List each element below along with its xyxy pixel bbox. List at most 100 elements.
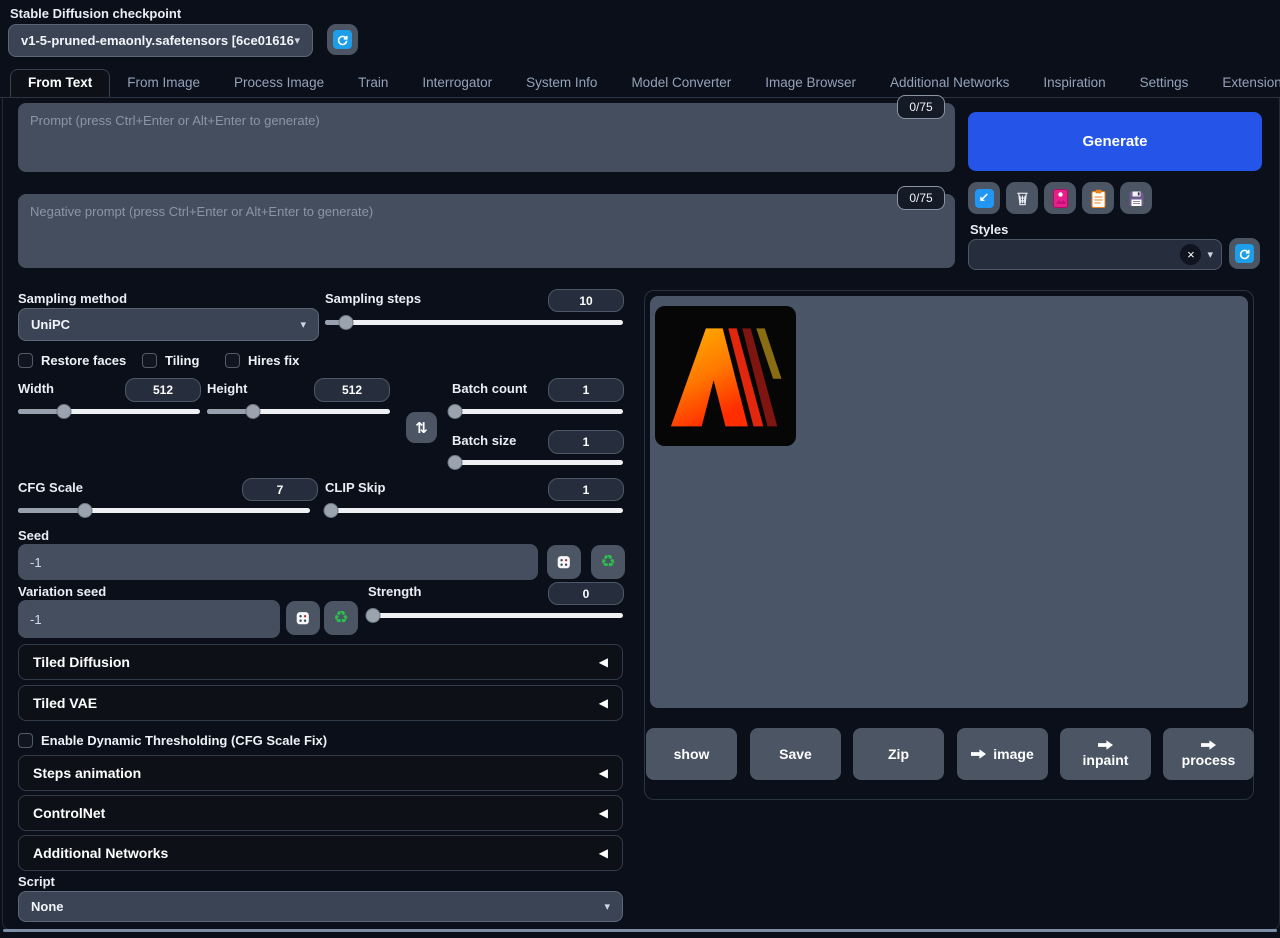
tab-from-image[interactable]: From Image [110, 70, 217, 97]
tab-settings[interactable]: Settings [1123, 70, 1206, 97]
gallery-thumbnail[interactable] [655, 306, 796, 446]
negative-prompt-token-counter: 0/75 [897, 186, 945, 210]
checkpoint-refresh-button[interactable] [327, 24, 358, 55]
accordion-title: Additional Networks [33, 845, 168, 861]
random-seed-button[interactable] [547, 545, 581, 579]
clipboard-icon [1091, 189, 1106, 208]
send-to-process-label: process [1182, 752, 1236, 768]
paste-params-button[interactable]: ↙ [968, 182, 1000, 214]
checkpoint-dropdown[interactable]: v1-5-pruned-emaonly.safetensors [6ce0161… [8, 24, 313, 57]
hires-fix-label: Hires fix [248, 353, 299, 368]
accordion-tiled-vae[interactable]: Tiled VAE ◀ [18, 685, 623, 721]
variation-seed-input[interactable] [18, 600, 280, 638]
app-window: Stable Diffusion checkpoint v1-5-pruned-… [0, 0, 1280, 938]
sampling-steps-slider[interactable] [325, 315, 623, 331]
batch-count-slider[interactable] [452, 404, 623, 420]
zip-button[interactable]: Zip [853, 728, 944, 780]
send-to-process-button[interactable]: process [1163, 728, 1254, 780]
script-value: None [31, 899, 64, 914]
send-to-image-button[interactable]: image [957, 728, 1048, 780]
dice-icon [294, 609, 312, 627]
apply-styles-button[interactable] [1082, 182, 1114, 214]
tab-inspiration[interactable]: Inspiration [1026, 70, 1122, 97]
tab-train[interactable]: Train [341, 70, 405, 97]
accordion-steps-animation[interactable]: Steps animation ◀ [18, 755, 623, 791]
hires-fix-option: Hires fix [225, 353, 299, 368]
height-label: Height [207, 381, 247, 396]
hires-fix-checkbox[interactable] [225, 353, 240, 368]
accordion-title: Tiled VAE [33, 695, 97, 711]
show-button[interactable]: show [646, 728, 737, 780]
restore-faces-option: Restore faces [18, 353, 126, 368]
sampling-method-label: Sampling method [18, 291, 127, 306]
script-dropdown[interactable]: None ▾ [18, 891, 623, 922]
arrow-right-icon [1201, 740, 1216, 750]
accordion-arrow-icon: ◀ [599, 846, 608, 860]
strength-value[interactable]: 0 [548, 582, 624, 605]
dynamic-thresholding-checkbox[interactable] [18, 733, 33, 748]
send-to-inpaint-button[interactable]: inpaint [1060, 728, 1151, 780]
accordion-additional-networks[interactable]: Additional Networks ◀ [18, 835, 623, 871]
accordion-tiled-diffusion[interactable]: Tiled Diffusion ◀ [18, 644, 623, 680]
tab-extensions[interactable]: Extensions [1205, 70, 1280, 97]
accordion-arrow-icon: ◀ [599, 806, 608, 820]
height-value[interactable]: 512 [314, 378, 390, 402]
sampling-method-dropdown[interactable]: UniPC ▾ [18, 308, 319, 341]
recycle-icon: ♻ [333, 610, 348, 627]
trash-icon [1013, 189, 1032, 208]
prompt-input[interactable] [18, 103, 955, 172]
clear-prompt-button[interactable] [1006, 182, 1038, 214]
batch-count-value[interactable]: 1 [548, 378, 624, 402]
tab-image-browser[interactable]: Image Browser [748, 70, 873, 97]
accordion-arrow-icon: ◀ [599, 655, 608, 669]
tab-model-converter[interactable]: Model Converter [614, 70, 748, 97]
clip-skip-slider[interactable] [325, 503, 623, 519]
batch-size-value[interactable]: 1 [548, 430, 624, 454]
arrow-right-icon [971, 749, 986, 759]
width-value[interactable]: 512 [125, 378, 201, 402]
clip-skip-value[interactable]: 1 [548, 478, 624, 501]
cfg-scale-value[interactable]: 7 [242, 478, 318, 501]
reuse-seed-button[interactable]: ♻ [591, 545, 625, 579]
tab-system-info[interactable]: System Info [509, 70, 614, 97]
restore-faces-checkbox[interactable] [18, 353, 33, 368]
seed-input[interactable] [18, 544, 538, 580]
send-to-image-label: image [993, 746, 1033, 762]
tab-from-text[interactable]: From Text [10, 69, 110, 97]
restore-faces-label: Restore faces [41, 353, 126, 368]
tab-interrogator[interactable]: Interrogator [405, 70, 509, 97]
gallery-image-area[interactable] [650, 296, 1248, 708]
strength-slider[interactable] [368, 608, 623, 624]
batch-size-slider[interactable] [452, 455, 623, 471]
negative-prompt-input[interactable] [18, 194, 955, 268]
variation-reuse-seed-button[interactable]: ♻ [324, 601, 358, 635]
bottom-scroll-divider[interactable] [3, 929, 1277, 932]
script-label: Script [18, 874, 55, 889]
variation-random-seed-button[interactable] [286, 601, 320, 635]
save-style-button[interactable] [1120, 182, 1152, 214]
batch-size-label: Batch size [452, 433, 516, 448]
extra-networks-button[interactable] [1044, 182, 1076, 214]
styles-refresh-button[interactable] [1229, 238, 1260, 269]
height-slider[interactable] [207, 404, 390, 420]
generate-button[interactable]: Generate [968, 112, 1262, 171]
prompt-token-counter: 0/75 [897, 95, 945, 119]
styles-dropdown[interactable]: × ▾ [968, 239, 1222, 270]
tab-additional-networks[interactable]: Additional Networks [873, 70, 1026, 97]
accordion-title: Tiled Diffusion [33, 654, 130, 670]
save-button[interactable]: Save [750, 728, 841, 780]
tab-process-image[interactable]: Process Image [217, 70, 341, 97]
tiling-checkbox[interactable] [142, 353, 157, 368]
cfg-scale-slider[interactable] [18, 503, 310, 519]
show-button-label: show [674, 746, 710, 762]
swap-dimensions-button[interactable]: ⇅ [406, 412, 437, 443]
accordion-controlnet[interactable]: ControlNet ◀ [18, 795, 623, 831]
recycle-icon: ♻ [600, 554, 615, 571]
floppy-icon [1128, 190, 1145, 207]
dynamic-thresholding-option: Enable Dynamic Thresholding (CFG Scale F… [18, 733, 327, 748]
width-slider[interactable] [18, 404, 200, 420]
paste-icon: ↙ [975, 189, 994, 208]
clear-x-icon[interactable]: × [1180, 244, 1201, 265]
sampling-steps-value[interactable]: 10 [548, 289, 624, 312]
app-logo-icon [655, 306, 796, 446]
